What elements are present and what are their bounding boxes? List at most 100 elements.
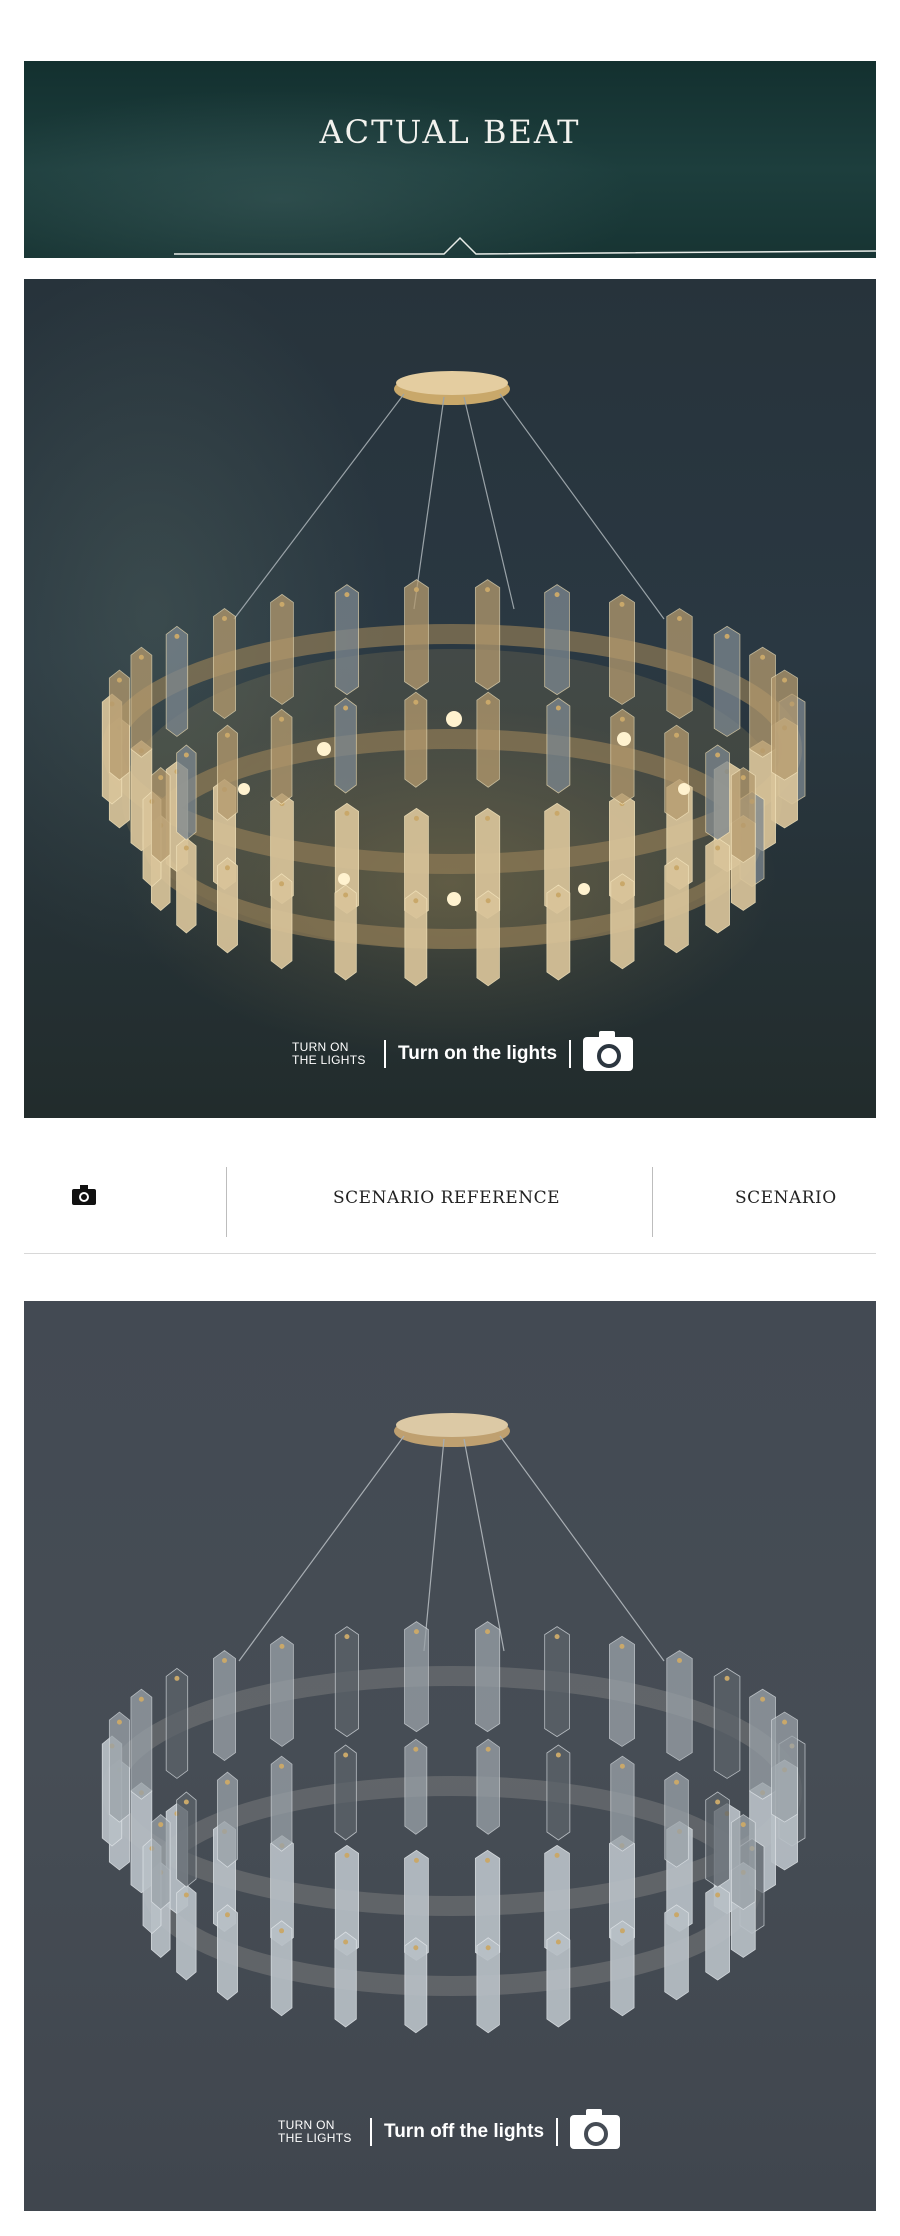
crystal-prism xyxy=(546,1744,571,1841)
crystal-prism xyxy=(546,1931,571,2028)
crystal-prism xyxy=(176,837,197,934)
gold-stud xyxy=(279,716,285,722)
scenario-reference-label: SCENARIO REFERENCE xyxy=(333,1188,560,1208)
gold-stud xyxy=(279,601,285,607)
gold-stud xyxy=(674,865,680,871)
crystal-prism xyxy=(108,1711,130,1823)
gold-stud xyxy=(677,616,683,622)
gold-stud xyxy=(221,616,227,622)
gold-stud xyxy=(343,892,349,898)
caption-small-line2: THE LIGHTS xyxy=(292,1053,366,1067)
crystal-prism xyxy=(705,1884,730,1981)
gold-stud xyxy=(555,705,561,711)
crystal-prism xyxy=(404,579,429,691)
gold-stud xyxy=(183,1799,189,1805)
crystal-prism xyxy=(664,1904,689,2001)
gold-stud xyxy=(715,1892,721,1898)
gold-stud xyxy=(740,1822,746,1828)
gold-stud xyxy=(619,1763,625,1769)
camera-icon xyxy=(570,2109,621,2149)
chandelier-on-illustration xyxy=(101,371,806,987)
gold-stud xyxy=(554,592,560,598)
gold-stud xyxy=(279,1763,285,1769)
crystal-prism xyxy=(730,767,756,864)
gold-stud xyxy=(279,881,285,887)
gold-stud xyxy=(224,1779,230,1785)
gold-stud xyxy=(619,716,625,722)
crystal-prism xyxy=(270,708,293,805)
crystal-prism xyxy=(666,1650,693,1762)
caption-small-line2: THE LIGHTS xyxy=(278,2131,352,2145)
crystal-prism xyxy=(216,1904,238,2001)
gold-stud xyxy=(413,898,419,904)
gold-stud xyxy=(343,1752,349,1758)
crystal-prism xyxy=(474,579,501,691)
crystal-prism xyxy=(666,608,693,720)
caption-small-text: TURN ON THE LIGHTS xyxy=(278,2119,358,2145)
crystal-prism xyxy=(664,857,689,954)
crystal-prism xyxy=(664,1771,689,1868)
gold-stud xyxy=(760,1696,766,1702)
gold-stud xyxy=(279,1928,285,1934)
crystal-prism xyxy=(771,1711,798,1823)
crystal-prism xyxy=(546,884,571,981)
gold-stud xyxy=(485,815,491,821)
gold-stud xyxy=(221,1658,227,1664)
crystal-prism xyxy=(474,1621,501,1733)
crystal-prism xyxy=(610,1920,635,2017)
gold-stud xyxy=(116,1719,122,1725)
crystal-prism xyxy=(705,1791,730,1888)
gold-stud xyxy=(413,587,419,593)
crystal-prism xyxy=(610,708,635,805)
gold-stud xyxy=(619,601,625,607)
crystal-prism xyxy=(130,646,153,758)
crystal-prism xyxy=(334,697,357,794)
crystal-prism xyxy=(176,1791,197,1888)
gold-stud xyxy=(344,1852,350,1858)
crystal-prism xyxy=(334,1744,357,1841)
crystal-prism xyxy=(730,1814,756,1911)
crystal-prism xyxy=(176,744,197,841)
crystal-prism xyxy=(609,593,635,705)
crystal-prism xyxy=(705,837,730,934)
crystal-prism xyxy=(404,1738,428,1835)
gold-stud xyxy=(413,699,419,705)
crystal-prism xyxy=(270,1755,293,1852)
gold-stud xyxy=(279,1643,285,1649)
crystal-prism xyxy=(404,1621,429,1733)
divider xyxy=(226,1167,227,1237)
caption-small-text: TURN ON THE LIGHTS xyxy=(292,1041,372,1067)
crystal-prism xyxy=(544,1626,570,1738)
gold-stud xyxy=(413,1945,419,1951)
crystal-prism xyxy=(404,890,428,987)
lights-on-caption: TURN ON THE LIGHTS Turn on the lights xyxy=(292,1031,634,1071)
crystal-prism xyxy=(270,1635,294,1747)
crystal-prism xyxy=(216,857,238,954)
caption-separator xyxy=(384,1040,386,1068)
caption-separator xyxy=(569,1040,572,1068)
gold-stud xyxy=(344,592,350,598)
gold-stud xyxy=(116,677,122,683)
crystal-prism xyxy=(546,697,571,794)
divider xyxy=(652,1167,653,1237)
caption-main-text: Turn off the lights xyxy=(384,2121,545,2142)
gold-stud xyxy=(555,1939,561,1945)
gold-stud xyxy=(554,1634,560,1640)
crystal-prism xyxy=(270,1920,293,2017)
gold-stud xyxy=(674,1912,680,1918)
crystal-prism xyxy=(610,873,635,970)
gold-stud xyxy=(183,752,189,758)
crystal-prism xyxy=(664,724,689,821)
chandelier-lights-on-photo: TURN ON THE LIGHTS Turn on the lights xyxy=(24,279,876,1118)
crystal-prism xyxy=(213,1650,236,1762)
gold-stud xyxy=(619,1928,625,1934)
crystal-prism xyxy=(610,1755,635,1852)
crystal-prism xyxy=(404,691,428,788)
crystal-prism xyxy=(270,873,293,970)
gold-stud xyxy=(158,775,164,781)
crystal-prism xyxy=(213,608,236,720)
gold-stud xyxy=(344,1634,350,1640)
crystal-prism xyxy=(165,625,189,737)
crystal-prism xyxy=(404,1937,428,2034)
crystal-prism xyxy=(165,1667,189,1779)
